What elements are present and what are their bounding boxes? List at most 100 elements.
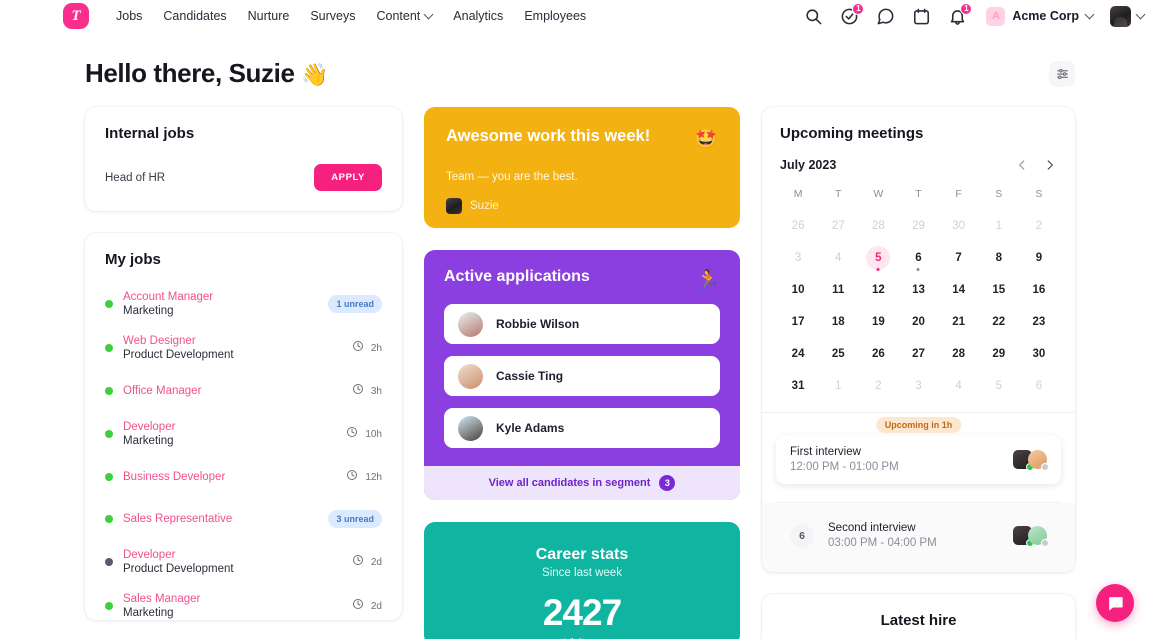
calendar-day[interactable]: 9 <box>1019 242 1059 274</box>
calendar-day[interactable]: 23 <box>1019 306 1059 338</box>
calendar-day[interactable]: 22 <box>979 306 1019 338</box>
calendar-day[interactable]: 27 <box>818 210 858 242</box>
job-meta: 2d <box>352 553 382 571</box>
upcoming-badge: Upcoming in 1h <box>875 417 962 433</box>
calendar-day[interactable]: 4 <box>818 242 858 274</box>
job-row[interactable]: Account Manager Marketing 1 unread <box>105 282 382 326</box>
calendar-day[interactable]: 24 <box>778 338 818 370</box>
nav-item-surveys[interactable]: Surveys <box>310 9 355 23</box>
view-all-candidates-button[interactable]: View all candidates in segment 3 <box>424 466 740 500</box>
meeting-item-first[interactable]: First interview 12:00 PM - 01:00 PM <box>776 435 1061 484</box>
job-row[interactable]: Office Manager 3h <box>105 370 382 412</box>
calendar-day[interactable]: 6 <box>1019 370 1059 402</box>
chat-support-icon[interactable] <box>1096 584 1134 622</box>
calendar-day[interactable]: 25 <box>818 338 858 370</box>
calendar-day[interactable]: 29 <box>898 210 938 242</box>
job-title-link[interactable]: Account Manager <box>123 291 213 303</box>
meeting-item-second[interactable]: 6 Second interview 03:00 PM - 04:00 PM <box>776 511 1061 560</box>
app-logo[interactable]: T <box>63 3 89 29</box>
calendar-day[interactable]: 10 <box>778 274 818 306</box>
calendar-day[interactable]: 28 <box>858 210 898 242</box>
job-title-link[interactable]: Developer <box>123 421 175 433</box>
calendar-day[interactable]: 17 <box>778 306 818 338</box>
job-row[interactable]: Sales Representative 3 unread <box>105 498 382 540</box>
search-icon[interactable] <box>804 7 823 26</box>
chevron-down-icon <box>423 9 434 19</box>
calendar-icon[interactable] <box>912 7 931 26</box>
apply-button[interactable]: APPLY <box>314 164 382 191</box>
job-title-link[interactable]: Office Manager <box>123 385 201 397</box>
calendar-day[interactable]: 6 <box>898 242 938 274</box>
chevron-left-icon[interactable] <box>1015 158 1029 172</box>
nav-label: Analytics <box>453 9 504 23</box>
candidate-row[interactable]: Robbie Wilson <box>444 304 720 344</box>
job-title-link[interactable]: Business Developer <box>123 471 225 483</box>
calendar-day[interactable]: 29 <box>979 338 1019 370</box>
latest-hire-card: Latest hire <box>762 594 1075 639</box>
active-applications-header: Active applications 🏃 <box>444 268 720 292</box>
job-title-link[interactable]: Sales Manager <box>123 593 200 605</box>
calendar-day[interactable]: 30 <box>939 210 979 242</box>
candidate-row[interactable]: Cassie Ting <box>444 356 720 396</box>
calendar-day[interactable]: 30 <box>1019 338 1059 370</box>
calendar-day[interactable]: 5 <box>979 370 1019 402</box>
job-row[interactable]: Sales Manager Marketing 2d <box>105 584 382 620</box>
calendar-day[interactable]: 8 <box>979 242 1019 274</box>
calendar-day[interactable]: 11 <box>818 274 858 306</box>
nav-item-content[interactable]: Content <box>377 9 434 23</box>
nav-item-employees[interactable]: Employees <box>524 9 586 23</box>
calendar-day[interactable]: 20 <box>898 306 938 338</box>
calendar-day[interactable]: 14 <box>939 274 979 306</box>
calendar-day[interactable]: 3 <box>898 370 938 402</box>
nav-item-analytics[interactable]: Analytics <box>453 9 503 23</box>
calendar-day[interactable]: 15 <box>979 274 1019 306</box>
clock-icon <box>352 553 364 571</box>
calendar-day[interactable]: 31 <box>778 370 818 402</box>
calendar-day[interactable]: 12 <box>858 274 898 306</box>
job-texts: Business Developer <box>123 471 225 483</box>
nav-item-jobs[interactable]: Jobs <box>116 9 142 23</box>
job-row[interactable]: Developer Marketing 10h <box>105 412 382 456</box>
calendar-day[interactable]: 4 <box>939 370 979 402</box>
calendar-day[interactable]: 16 <box>1019 274 1059 306</box>
left-column: Internal jobs Head of HR APPLY My jobs A… <box>85 107 402 620</box>
calendar-day[interactable]: 3 <box>778 242 818 274</box>
sliders-icon[interactable] <box>1049 60 1075 87</box>
bell-icon[interactable]: 1 <box>948 2 973 26</box>
job-meta: 2d <box>352 597 382 615</box>
calendar-day[interactable]: 21 <box>939 306 979 338</box>
user-menu[interactable] <box>1110 5 1146 27</box>
chevron-right-icon[interactable] <box>1043 158 1057 172</box>
calendar-day[interactable]: 27 <box>898 338 938 370</box>
calendar-day[interactable]: 2 <box>858 370 898 402</box>
candidate-name: Kyle Adams <box>496 421 565 435</box>
calendar-day[interactable]: 1 <box>818 370 858 402</box>
candidate-name: Robbie Wilson <box>496 317 580 331</box>
job-title-link[interactable]: Web Designer <box>123 335 234 347</box>
calendar-day-number: 4 <box>955 380 962 392</box>
job-row[interactable]: Web Designer Product Development 2h <box>105 326 382 370</box>
calendar-day[interactable]: 7 <box>939 242 979 274</box>
calendar-day[interactable]: 1 <box>979 210 1019 242</box>
calendar-day[interactable]: 26 <box>778 210 818 242</box>
calendar-day[interactable]: 18 <box>818 306 858 338</box>
calendar-day[interactable]: 13 <box>898 274 938 306</box>
calendar-day[interactable]: 5 <box>858 242 898 274</box>
calendar-day-number: 26 <box>871 348 885 360</box>
calendar-day[interactable]: 2 <box>1019 210 1059 242</box>
calendar-day[interactable]: 28 <box>939 338 979 370</box>
candidate-row[interactable]: Kyle Adams <box>444 408 720 448</box>
calendar-day-number: 26 <box>791 220 805 232</box>
org-switcher[interactable]: A Acme Corp <box>986 6 1095 26</box>
chat-bubble-icon[interactable] <box>876 7 895 26</box>
top-navigation-bar: T Jobs Candidates Nurture Surveys Conten… <box>0 0 1160 32</box>
job-title-link[interactable]: Developer <box>123 549 234 561</box>
calendar-day[interactable]: 26 <box>858 338 898 370</box>
calendar-day[interactable]: 19 <box>858 306 898 338</box>
nav-item-nurture[interactable]: Nurture <box>248 9 290 23</box>
tasks-check-icon[interactable]: 1 <box>840 2 865 26</box>
job-row[interactable]: Developer Product Development 2d <box>105 540 382 584</box>
nav-item-candidates[interactable]: Candidates <box>163 9 226 23</box>
job-title-link[interactable]: Sales Representative <box>123 513 232 525</box>
job-row[interactable]: Business Developer 12h <box>105 456 382 498</box>
